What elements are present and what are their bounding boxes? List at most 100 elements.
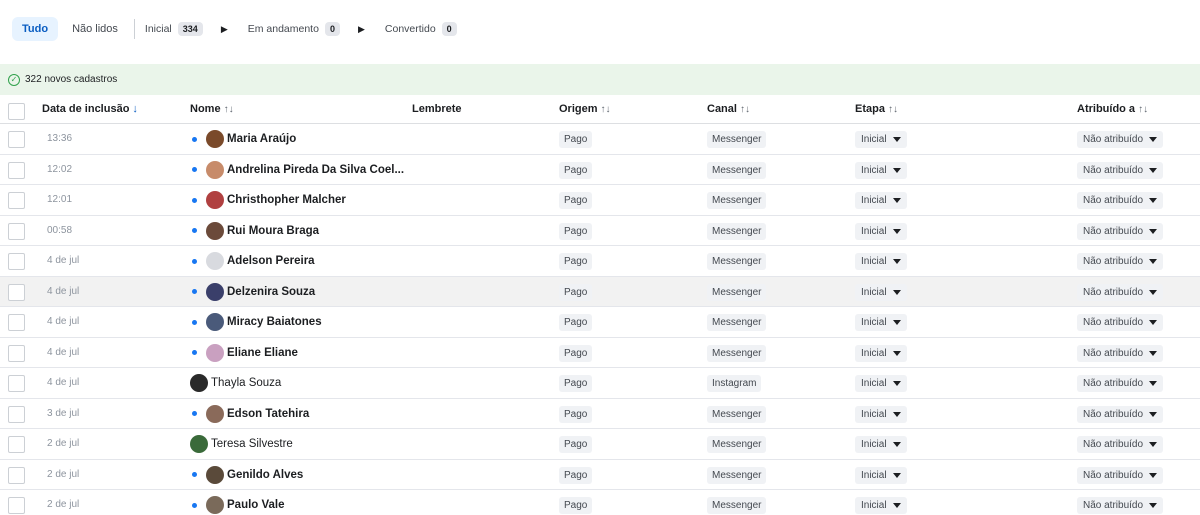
assignee-dropdown[interactable]: Não atribuído [1077,161,1164,179]
stage-dropdown[interactable]: Inicial [855,375,907,392]
lead-name: Maria Araújo [227,133,297,145]
assignee-dropdown[interactable]: Não atribuído [1077,253,1164,270]
select-all-checkbox[interactable] [8,103,25,120]
stage-filter-converted[interactable]: Convertido 0 [385,22,457,36]
caret-down-icon [1149,350,1158,356]
unread-dot-icon [192,289,197,294]
stage-dropdown[interactable]: Inicial [855,314,907,331]
row-checkbox[interactable] [8,375,25,392]
stage-value: Inicial [861,164,887,176]
assignee-value: Não atribuído [1083,286,1144,298]
table-row[interactable]: 2 de jul Genildo Alves Pago Messenger Inicia… [0,460,1200,490]
stage-dropdown[interactable]: Inicial [855,253,907,270]
stage-dropdown[interactable]: Inicial [855,405,907,423]
table-row[interactable]: 4 de jul Adelson Pereira Pago Messenger Inic… [0,246,1200,277]
assignee-dropdown[interactable]: Não atribuído [1077,466,1164,484]
leads-table: Data de inclusão ↓ Nome ↑↓ Lembrete Origem… [0,95,1200,515]
stage-filter-in-progress[interactable]: Em andamento 0 [248,22,340,36]
tab-all[interactable]: Tudo [12,17,59,41]
table-row[interactable]: 00:58 Rui Moura Braga Pago Messenger Inicial… [0,216,1200,246]
tab-unread[interactable]: Não lidos [64,17,126,41]
name-cell[interactable]: Maria Araújo [190,130,296,148]
header-date[interactable]: Data de inclusão ↓ [42,103,138,115]
assignee-value: Não atribuído [1083,256,1144,267]
assignee-value: Não atribuído [1083,439,1144,450]
header-origin[interactable]: Origem ↑↓ [559,103,611,115]
table-row[interactable]: 12:01 Christhopher Malcher Pago Messenger In… [0,185,1200,216]
header-stage[interactable]: Etapa ↑↓ [855,103,898,115]
assignee-dropdown[interactable]: Não atribuído [1077,314,1164,331]
row-checkbox[interactable] [8,466,25,484]
caret-down-icon [1149,259,1158,264]
name-cell[interactable]: Eliane Eliane [190,343,298,362]
name-cell[interactable]: Rui Moura Braga [190,221,319,240]
row-checkbox[interactable] [8,253,25,270]
row-checkbox[interactable] [8,436,25,453]
row-checkbox[interactable] [8,283,25,301]
header-label: Lembrete [412,103,462,115]
table-row[interactable]: 2 de jul Teresa Silvestre Pago Messenger Ini… [0,429,1200,460]
stage-dropdown[interactable]: Inicial [855,131,907,148]
table-row[interactable]: 4 de jul Miracy Baiatones Pago Messenger Ini… [0,307,1200,338]
assignee-dropdown[interactable]: Não atribuído [1077,375,1164,392]
stage-dropdown[interactable]: Inicial [855,436,907,453]
stage-dropdown[interactable]: Inicial [855,283,907,301]
avatar [206,160,224,179]
assignee-dropdown[interactable]: Não atribuído [1077,405,1164,423]
row-checkbox[interactable] [8,161,25,179]
caret-down-icon [892,137,901,142]
row-checkbox[interactable] [8,497,25,514]
stage-dropdown[interactable]: Inicial [855,161,907,179]
name-cell[interactable]: Delzenira Souza [190,282,315,301]
name-cell[interactable]: Miracy Baiatones [190,313,322,331]
assignee-value: Não atribuído [1083,134,1144,145]
table-row[interactable]: 4 de jul Eliane Eliane Pago Messenger Inicia… [0,338,1200,368]
unread-dot-icon [192,228,197,233]
date-cell: 3 de jul [47,407,80,419]
row-checkbox[interactable] [8,405,25,423]
name-cell[interactable]: Thayla Souza [190,374,281,392]
stage-dropdown[interactable]: Inicial [855,192,907,209]
table-row[interactable]: 4 de jul Thayla Souza Pago Instagram Inicial… [0,368,1200,399]
header-assigned[interactable]: Atribuído a ↑↓ [1077,103,1148,115]
unread-dot-icon [192,167,197,172]
name-cell[interactable]: Teresa Silvestre [190,435,293,453]
caret-down-icon [892,228,901,234]
stage-dropdown[interactable]: Inicial [855,222,907,240]
assignee-value: Não atribuído [1083,378,1144,389]
table-row[interactable]: 2 de jul Paulo Vale Pago Messenger Inicial Nã… [0,490,1200,515]
assignee-dropdown[interactable]: Não atribuído [1077,497,1164,514]
play-arrow-icon: ▶ [220,23,228,34]
table-row[interactable]: 12:02 Andrelina Pireda Da Silva Coel... Pa… [0,155,1200,185]
table-row[interactable]: 13:36 Maria Araújo Pago Messenger Inicial Não… [0,124,1200,155]
stage-dropdown[interactable]: Inicial [855,344,907,362]
row-checkbox[interactable] [8,314,25,331]
header-name[interactable]: Nome ↑↓ [190,103,234,115]
lead-name: Genildo Alves [227,468,304,481]
assignee-dropdown[interactable]: Não atribuído [1077,283,1164,301]
name-cell[interactable]: Adelson Pereira [190,252,315,270]
row-checkbox[interactable] [8,131,25,148]
date-cell: 2 de jul [47,468,80,480]
table-row[interactable]: 4 de jul Delzenira Souza Pago Messenger Inic… [0,276,1200,307]
assignee-dropdown[interactable]: Não atribuído [1077,344,1164,362]
assignee-dropdown[interactable]: Não atribuído [1077,131,1164,148]
row-checkbox[interactable] [8,192,25,209]
stage-dropdown[interactable]: Inicial [855,466,907,484]
name-cell[interactable]: Christhopher Malcher [190,191,346,209]
name-cell[interactable]: Paulo Vale [190,496,285,514]
unread-dot-icon [192,350,197,355]
header-channel[interactable]: Canal ↑↓ [707,103,750,115]
assignee-dropdown[interactable]: Não atribuído [1077,222,1164,240]
assignee-dropdown[interactable]: Não atribuído [1077,192,1164,209]
name-cell[interactable]: Genildo Alves [190,465,304,484]
stage-filter-initial[interactable]: Inicial 334 [145,22,203,36]
name-cell[interactable]: Andrelina Pireda Da Silva Coel... [190,160,404,179]
assignee-dropdown[interactable]: Não atribuído [1077,436,1164,453]
table-row[interactable]: 3 de jul Edson Tatehira Pago Messenger Inici… [0,399,1200,429]
assignee-value: Não atribuído [1083,317,1144,328]
stage-dropdown[interactable]: Inicial [855,497,907,514]
name-cell[interactable]: Edson Tatehira [190,404,309,423]
row-checkbox[interactable] [8,344,25,362]
row-checkbox[interactable] [8,222,25,240]
